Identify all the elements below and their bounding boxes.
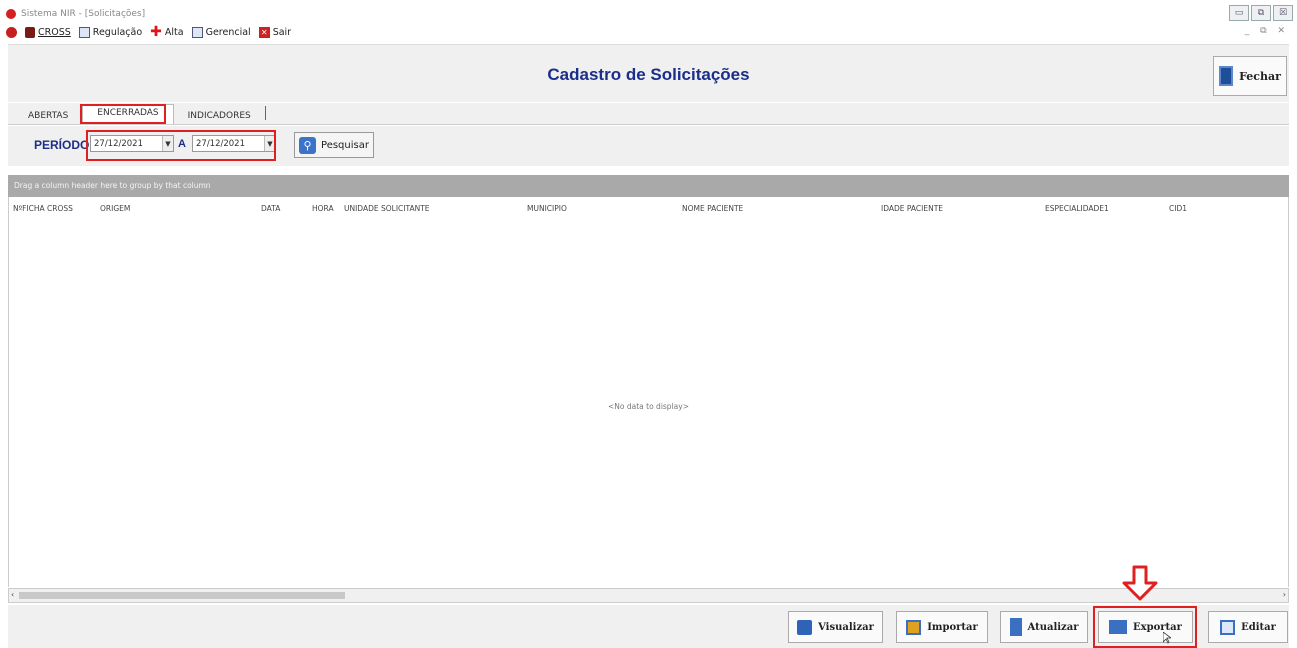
close-button[interactable]: Fechar <box>1213 56 1287 96</box>
app-icon <box>6 9 16 19</box>
refresh-button[interactable]: Atualizar <box>1000 611 1088 643</box>
column-header[interactable]: MUNICIPIO <box>527 204 567 213</box>
mdi-controls[interactable]: _ ⧉ ✕ <box>1245 26 1289 36</box>
door-icon <box>1219 66 1234 86</box>
column-header[interactable]: UNIDADE SOLICITANTE <box>344 204 430 213</box>
edit-button-label: Editar <box>1241 621 1276 633</box>
lock-icon <box>25 26 35 38</box>
search-icon: ⚲ <box>299 136 317 154</box>
import-button[interactable]: Importar <box>896 611 988 643</box>
minimize-icon[interactable]: ▭ <box>1229 5 1249 21</box>
column-header[interactable]: ESPECIALIDADE1 <box>1045 204 1109 213</box>
tab-separator <box>264 106 266 120</box>
close-button-label: Fechar <box>1239 69 1281 83</box>
menu-bar: CROSS Regulação ✚ Alta Gerencial ✕ Sair <box>6 24 1297 40</box>
tab-abertas[interactable]: ABERTAS <box>14 111 82 124</box>
column-header[interactable]: NºFICHA CROSS <box>13 204 73 213</box>
chart-icon <box>191 26 203 38</box>
column-header[interactable]: CID1 <box>1169 204 1187 213</box>
menu-item-gerencial[interactable]: Gerencial <box>191 26 251 38</box>
group-by-panel[interactable]: Drag a column header here to group by th… <box>8 175 1289 197</box>
edit-button[interactable]: Editar <box>1208 611 1288 643</box>
search-button-label: Pesquisar <box>321 139 369 151</box>
data-grid[interactable]: NºFICHA CROSS ORIGEM DATA HORA UNIDADE S… <box>8 197 1289 587</box>
search-button[interactable]: ⚲ Pesquisar <box>294 132 374 158</box>
menu-label: Sair <box>272 26 292 38</box>
window-titlebar: Sistema NIR - [Solicitações] <box>6 7 1297 21</box>
menu-label: Gerencial <box>205 26 251 38</box>
import-icon <box>906 619 922 635</box>
view-icon <box>797 619 813 635</box>
column-header[interactable]: DATA <box>261 204 280 213</box>
refresh-icon <box>1009 618 1022 636</box>
column-header[interactable]: NOME PACIENTE <box>682 204 743 213</box>
window-title: Sistema NIR - [Solicitações] <box>21 9 146 19</box>
view-button-label: Visualizar <box>818 621 874 633</box>
mouse-cursor-icon <box>1163 632 1171 644</box>
page-title: Cadastro de Solicitações <box>547 65 750 84</box>
exit-icon: ✕ <box>258 26 270 38</box>
close-icon[interactable]: ☒ <box>1273 5 1293 21</box>
plus-icon: ✚ <box>150 24 162 40</box>
tab-bar: ABERTAS ENCERRADAS INDICADORES <box>8 103 1289 125</box>
highlight-box-tab <box>80 104 166 124</box>
menu-item-alta[interactable]: ✚ Alta <box>150 24 184 40</box>
highlight-box-dates <box>86 130 276 161</box>
window-controls: ▭ ⧉ ☒ <box>1229 5 1293 21</box>
refresh-button-label: Atualizar <box>1027 621 1079 633</box>
menu-label: CROSS <box>38 26 71 38</box>
column-header[interactable]: HORA <box>312 204 334 213</box>
column-header[interactable]: ORIGEM <box>100 204 130 213</box>
scroll-left-icon[interactable]: ‹ <box>11 590 14 599</box>
periodo-label: PERÍODO: <box>34 138 94 152</box>
document-icon <box>78 26 90 38</box>
import-button-label: Importar <box>927 621 978 633</box>
scroll-right-icon[interactable]: › <box>1283 590 1286 599</box>
view-button[interactable]: Visualizar <box>788 611 883 643</box>
menu-item-regulacao[interactable]: Regulação <box>78 26 143 38</box>
arrow-down-icon <box>1122 565 1158 601</box>
menu-label: Regulação <box>92 26 143 38</box>
page-header: Cadastro de Solicitações Fechar <box>8 44 1289 102</box>
empty-grid-message: <No data to display> <box>608 402 689 411</box>
menu-item-sair[interactable]: ✕ Sair <box>258 26 292 38</box>
app-menu-icon[interactable] <box>6 26 17 38</box>
highlight-box-export <box>1093 606 1197 648</box>
menu-label: Alta <box>164 26 184 38</box>
scroll-thumb[interactable] <box>19 592 345 599</box>
column-header[interactable]: IDADE PACIENTE <box>881 204 943 213</box>
horizontal-scrollbar[interactable]: ‹ › <box>8 588 1289 603</box>
restore-icon[interactable]: ⧉ <box>1251 5 1271 21</box>
tab-indicadores[interactable]: INDICADORES <box>174 111 265 124</box>
edit-icon <box>1220 619 1236 635</box>
menu-item-cross[interactable]: CROSS <box>25 26 71 38</box>
